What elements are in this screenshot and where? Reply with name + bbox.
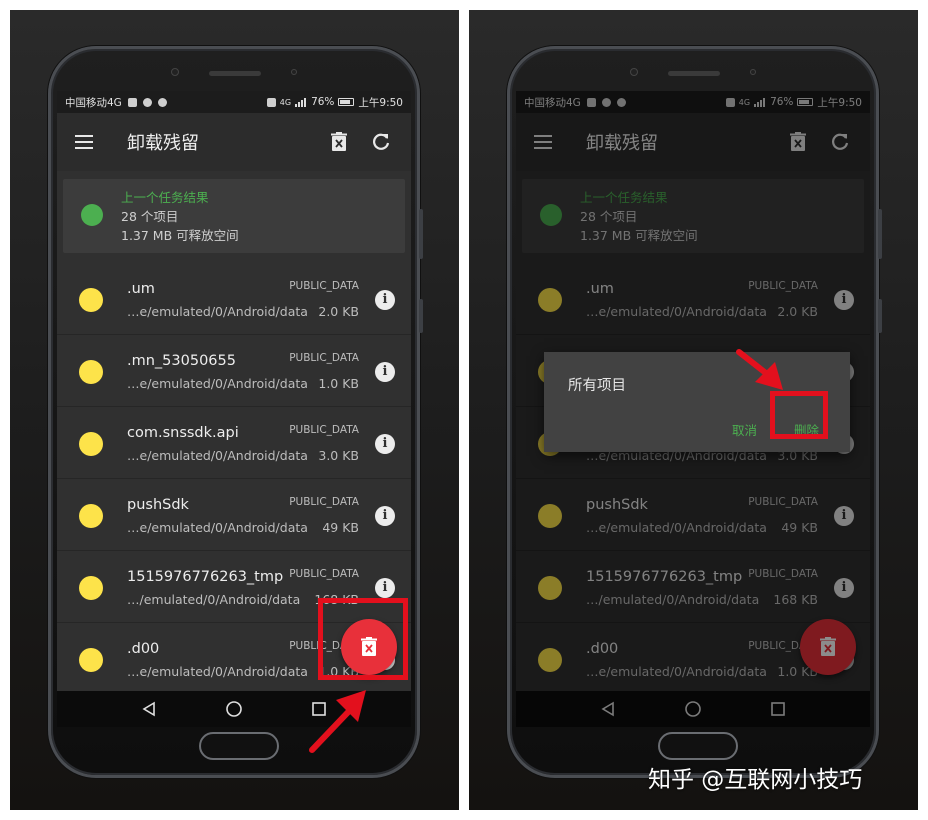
item-name: com.snssdk.api <box>127 425 239 441</box>
list-item[interactable]: .mn_53050655 …e/emulated/0/Android/data … <box>57 335 411 407</box>
item-name: pushSdk <box>127 497 189 513</box>
arrow-icon <box>736 349 783 390</box>
carrier-label: 中国移动4G <box>65 96 122 109</box>
info-icon[interactable]: i <box>375 290 395 310</box>
volume-button <box>878 209 882 259</box>
item-path: …e/emulated/0/Android/data <box>127 376 308 391</box>
hd-icon <box>266 97 276 107</box>
item-name: .um <box>127 281 155 297</box>
sensor <box>291 69 297 75</box>
item-status-dot <box>79 504 103 528</box>
status-dot <box>81 204 103 226</box>
info-icon[interactable]: i <box>375 506 395 526</box>
item-type: PUBLIC_DATA <box>289 424 359 436</box>
arrow-icon <box>309 690 366 753</box>
item-size: 1.0 KB <box>318 376 359 391</box>
delete-button-highlight-box <box>770 391 828 439</box>
item-path: …e/emulated/0/Android/data <box>127 664 308 679</box>
item-status-dot <box>79 288 103 312</box>
item-name: .mn_53050655 <box>127 353 236 369</box>
right-screenshot-panel: 中国移动4G 4G 76% 上午9:50 卸载残留 上一个任务结果 28 个项目… <box>469 10 918 810</box>
item-name: 1515976776263_tmp <box>127 569 284 585</box>
item-path: …e/emulated/0/Android/data <box>127 520 308 535</box>
left-screenshot-panel: 中国移动4G 4G 76% 上午9:50 卸载残留 上一个任务结果 28 个项目… <box>10 10 459 810</box>
item-status-dot <box>79 576 103 600</box>
info-icon[interactable]: i <box>375 362 395 382</box>
last-task-summary-card[interactable]: 上一个任务结果 28 个项目 1.37 MB 可释放空间 <box>63 179 405 253</box>
back-icon[interactable] <box>137 697 161 721</box>
item-path: …/emulated/0/Android/data <box>127 592 301 607</box>
item-size: 3.0 KB <box>318 448 359 463</box>
app-toolbar: 卸载残留 <box>57 113 411 171</box>
hamburger-menu-icon[interactable] <box>75 135 93 149</box>
physical-home-button <box>658 732 738 760</box>
power-button <box>878 299 882 333</box>
summary-heading: 上一个任务结果 <box>121 190 209 205</box>
info-icon[interactable]: i <box>375 434 395 454</box>
home-icon[interactable] <box>222 697 246 721</box>
status-bar: 中国移动4G 4G 76% 上午9:50 <box>57 91 411 113</box>
item-status-dot <box>79 648 103 672</box>
delete-all-icon[interactable] <box>327 130 351 154</box>
item-name: .d00 <box>127 641 160 657</box>
network-type: 4G <box>279 97 292 107</box>
info-icon[interactable]: i <box>375 578 395 598</box>
watermark: 知乎 @互联网小技巧 <box>648 767 863 793</box>
item-size: 2.0 KB <box>318 304 359 319</box>
page-title: 卸载残留 <box>127 133 199 154</box>
earpiece <box>209 71 261 76</box>
item-type: PUBLIC_DATA <box>289 496 359 508</box>
refresh-icon[interactable] <box>369 130 393 154</box>
list-item[interactable]: pushSdk …e/emulated/0/Android/data PUBLI… <box>57 479 411 551</box>
summary-space: 1.37 MB 可释放空间 <box>121 228 239 243</box>
summary-count: 28 个项目 <box>121 209 179 224</box>
earpiece <box>668 71 720 76</box>
fab-highlight-box <box>318 598 408 680</box>
volume-button <box>419 209 423 259</box>
notification-icon <box>127 97 137 107</box>
list-item[interactable]: com.snssdk.api …e/emulated/0/Android/dat… <box>57 407 411 479</box>
item-status-dot <box>79 432 103 456</box>
item-type: PUBLIC_DATA <box>289 568 359 580</box>
battery-percent: 76% <box>311 96 335 108</box>
item-path: …e/emulated/0/Android/data <box>127 304 308 319</box>
power-button <box>419 299 423 333</box>
front-camera <box>171 68 179 76</box>
signal-icon <box>295 97 307 107</box>
item-type: PUBLIC_DATA <box>289 280 359 292</box>
cloud-icon <box>142 97 152 107</box>
item-size: 49 KB <box>322 520 359 535</box>
item-status-dot <box>79 360 103 384</box>
physical-home-button <box>199 732 279 760</box>
item-type: PUBLIC_DATA <box>289 352 359 364</box>
cancel-button[interactable]: 取消 <box>732 420 757 439</box>
battery-icon <box>338 98 355 106</box>
sensor <box>750 69 756 75</box>
dialog-title: 所有项目 <box>568 378 626 394</box>
list-item[interactable]: .um …e/emulated/0/Android/data PUBLIC_DA… <box>57 263 411 335</box>
clock: 上午9:50 <box>358 96 403 109</box>
front-camera <box>630 68 638 76</box>
sync-icon <box>157 97 167 107</box>
item-path: …e/emulated/0/Android/data <box>127 448 308 463</box>
